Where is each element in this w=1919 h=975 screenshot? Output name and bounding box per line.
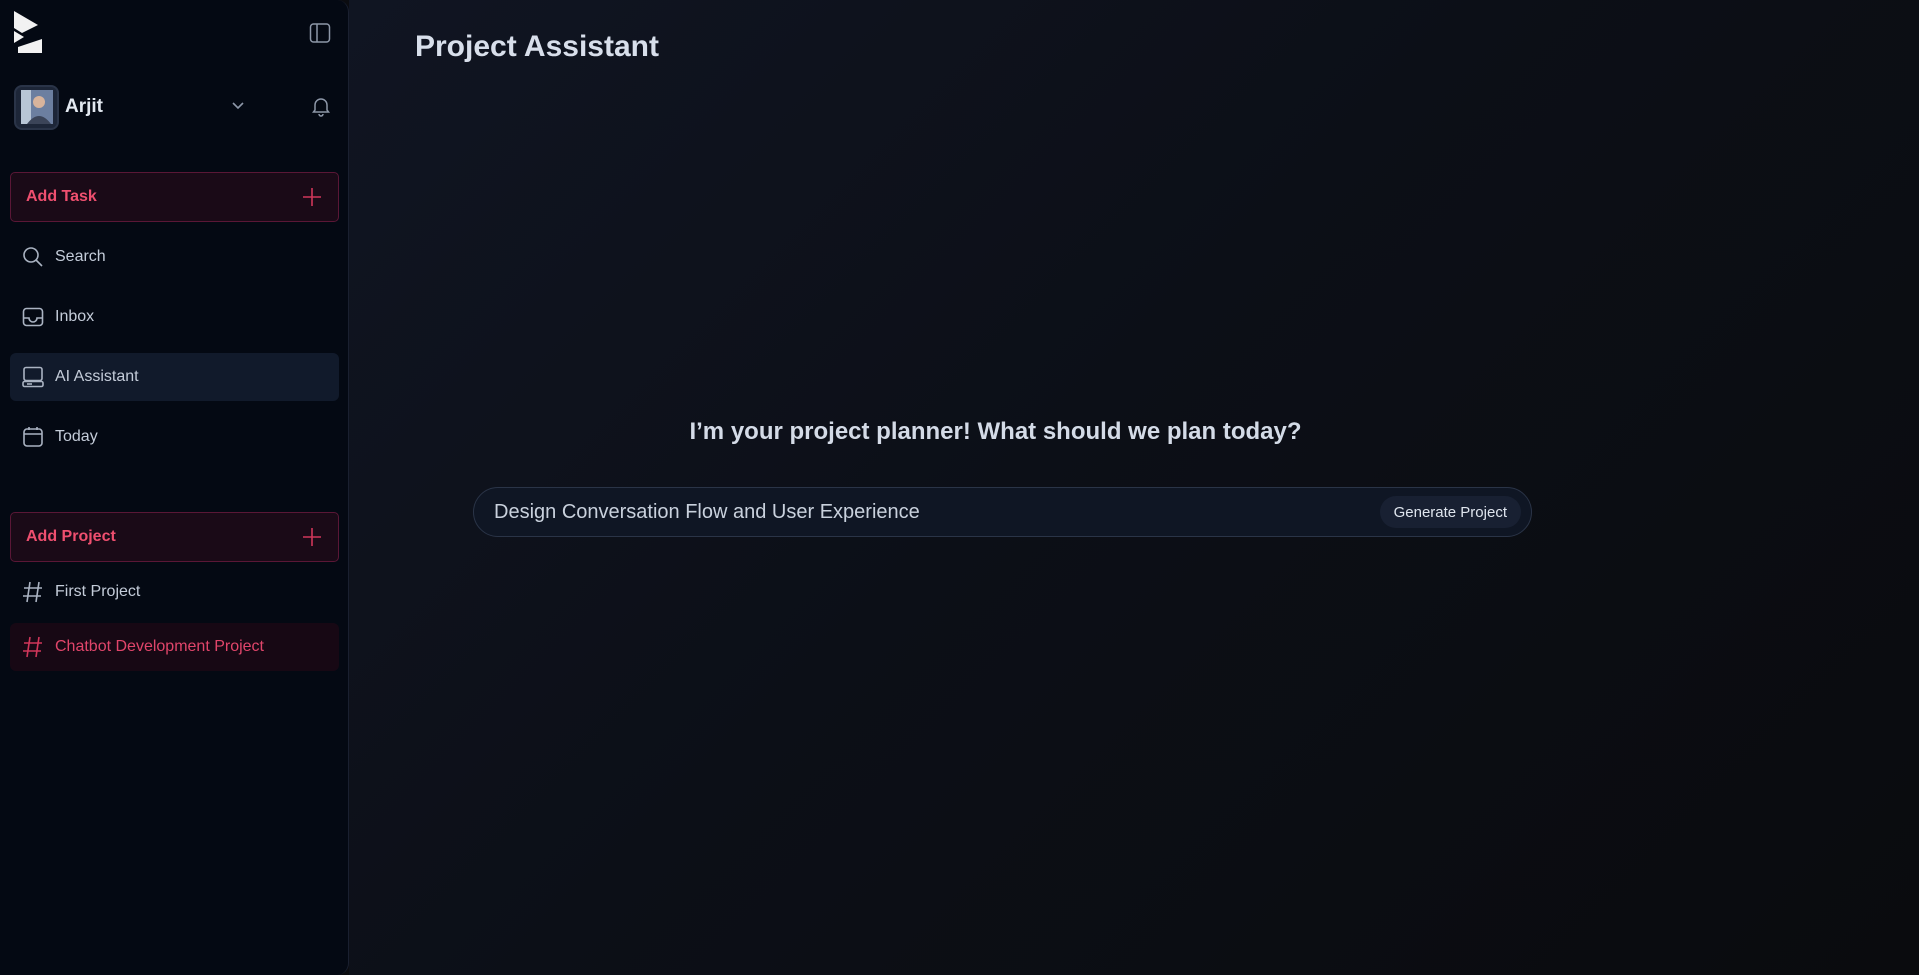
prompt-box: Generate Project (473, 487, 1532, 537)
project-item-label: Chatbot Development Project (55, 638, 264, 655)
add-task-button[interactable]: Add Task (10, 172, 339, 222)
chevron-down-icon[interactable] (228, 96, 248, 116)
sidebar-toggle-icon[interactable] (307, 20, 333, 46)
generate-project-button[interactable]: Generate Project (1379, 496, 1521, 528)
sidebar-item-search[interactable]: Search (10, 233, 339, 281)
sidebar: Arjit Add Task Search Inbox AI Assistant… (0, 0, 349, 975)
main-content: Project Assistant I’m your project plann… (349, 0, 1919, 975)
ai-assistant-icon (21, 365, 45, 389)
user-menu[interactable]: Arjit (14, 84, 334, 130)
sidebar-item-today[interactable]: Today (10, 413, 339, 461)
logo-icon (12, 9, 44, 55)
plus-icon (300, 525, 324, 549)
project-item-label: First Project (55, 583, 141, 600)
page-title: Project Assistant (415, 30, 659, 63)
avatar[interactable] (14, 84, 59, 130)
project-item-first[interactable]: First Project (10, 568, 339, 616)
plus-icon (300, 185, 324, 209)
sidebar-item-label: Today (55, 428, 98, 445)
sidebar-item-label: Inbox (55, 308, 95, 325)
app: Arjit Add Task Search Inbox AI Assistant… (0, 0, 1919, 975)
project-item-chatbot-development[interactable]: Chatbot Development Project (10, 623, 339, 671)
calendar-icon (21, 425, 45, 449)
hash-icon (21, 635, 45, 659)
sidebar-item-inbox[interactable]: Inbox (10, 293, 339, 341)
prompt-heading: I’m your project planner! What should we… (689, 418, 1302, 445)
user-name: Arjit (65, 96, 103, 117)
search-icon (21, 245, 45, 269)
bell-icon[interactable] (309, 94, 335, 120)
add-project-label: Add Project (26, 528, 116, 545)
sidebar-item-label: AI Assistant (55, 368, 139, 385)
project-prompt-input[interactable] (494, 492, 1380, 532)
add-task-label: Add Task (26, 188, 97, 205)
inbox-icon (21, 305, 45, 329)
add-project-button[interactable]: Add Project (10, 512, 339, 562)
sidebar-item-ai-assistant[interactable]: AI Assistant (10, 353, 339, 401)
sidebar-item-label: Search (55, 248, 106, 265)
hash-icon (21, 580, 45, 604)
